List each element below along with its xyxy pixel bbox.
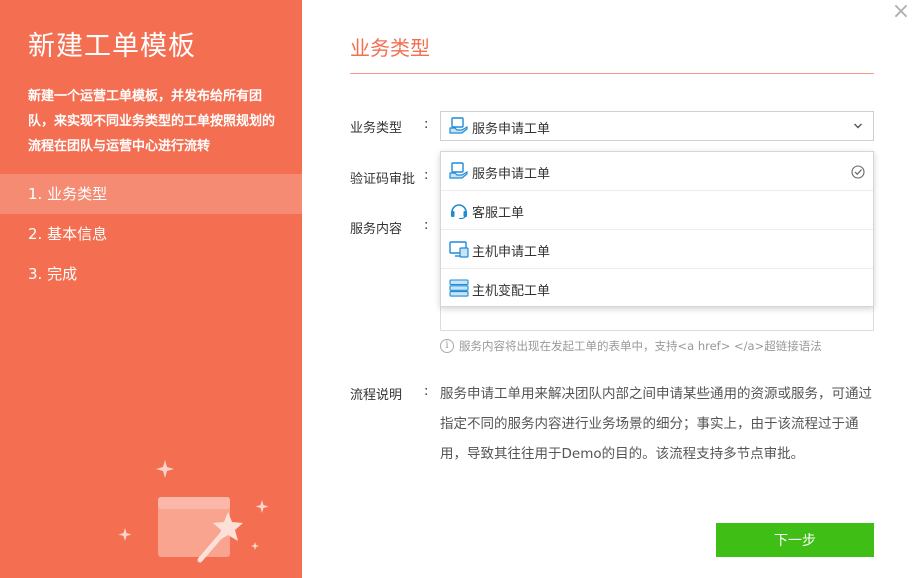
step-finish[interactable]: 3. 完成 [0, 254, 302, 294]
dropdown-option-label: 客服工单 [472, 206, 525, 221]
check-circle-icon [851, 165, 865, 179]
headset-icon [451, 204, 467, 219]
dropdown-option-host-config[interactable]: 主机变配工单 [441, 269, 873, 308]
service-content-colon: : [424, 218, 429, 233]
step-business-type[interactable]: 1. 业务类型 [0, 174, 302, 214]
dropdown-option-service-request[interactable]: 服务申请工单 [441, 152, 873, 191]
service-content-label: 服务内容 [350, 222, 403, 237]
sidebar: 新建工单模板 新建一个运营工单模板，并发布给所有团队，来实现不同业务类型的工单按… [0, 0, 302, 578]
info-icon: i [440, 339, 454, 353]
dropdown-option-label: 主机申请工单 [472, 245, 551, 260]
folder-magic-wand-illustration [118, 460, 269, 563]
business-type-label: 业务类型 [350, 121, 403, 136]
sidebar-title: 新建工单模板 [28, 31, 196, 62]
business-type-select-value: 服务申请工单 [472, 122, 551, 137]
close-button[interactable]: × [890, 1, 912, 24]
business-type-colon: : [424, 117, 429, 132]
chevron-down-icon [854, 123, 862, 129]
section-title: 业务类型 [350, 36, 430, 60]
service-request-icon [449, 162, 468, 179]
business-type-dropdown: 服务申请工单 客服工单 主机申请工单 主机变配工单 [440, 151, 874, 307]
dropdown-option-label: 服务申请工单 [472, 167, 551, 182]
flow-description-label: 流程说明 [350, 388, 403, 403]
business-type-select[interactable]: 服务申请工单 [440, 111, 874, 141]
flow-description-text: 服务申请工单用来解决团队内部之间申请某些通用的资源或服务，可通过指定不同的服务内… [440, 386, 872, 462]
host-request-icon [449, 241, 469, 258]
dropdown-option-label: 主机变配工单 [472, 284, 551, 299]
title-divider [350, 73, 874, 74]
service-request-icon [449, 117, 468, 134]
next-step-button[interactable]: 下一步 [716, 523, 874, 557]
captcha-approval-label: 验证码审批 [350, 172, 416, 187]
sidebar-description: 新建一个运营工单模板，并发布给所有团队，来实现不同业务类型的工单按照规划的流程在… [28, 89, 276, 154]
step-basic-info[interactable]: 2. 基本信息 [0, 214, 302, 254]
dropdown-option-host-request[interactable]: 主机申请工单 [441, 230, 873, 269]
host-config-icon [449, 279, 469, 297]
step-list: 1. 业务类型 2. 基本信息 3. 完成 [0, 174, 302, 294]
captcha-approval-colon: : [424, 168, 429, 183]
service-content-hint: i 服务内容将出现在发起工单的表单中，支持<a href> </a>超链接语法 [440, 338, 822, 354]
dropdown-option-customer-service[interactable]: 客服工单 [441, 191, 873, 230]
flow-description-colon: : [424, 384, 429, 399]
service-content-hint-text: 服务内容将出现在发起工单的表单中，支持<a href> </a>超链接语法 [459, 339, 822, 353]
